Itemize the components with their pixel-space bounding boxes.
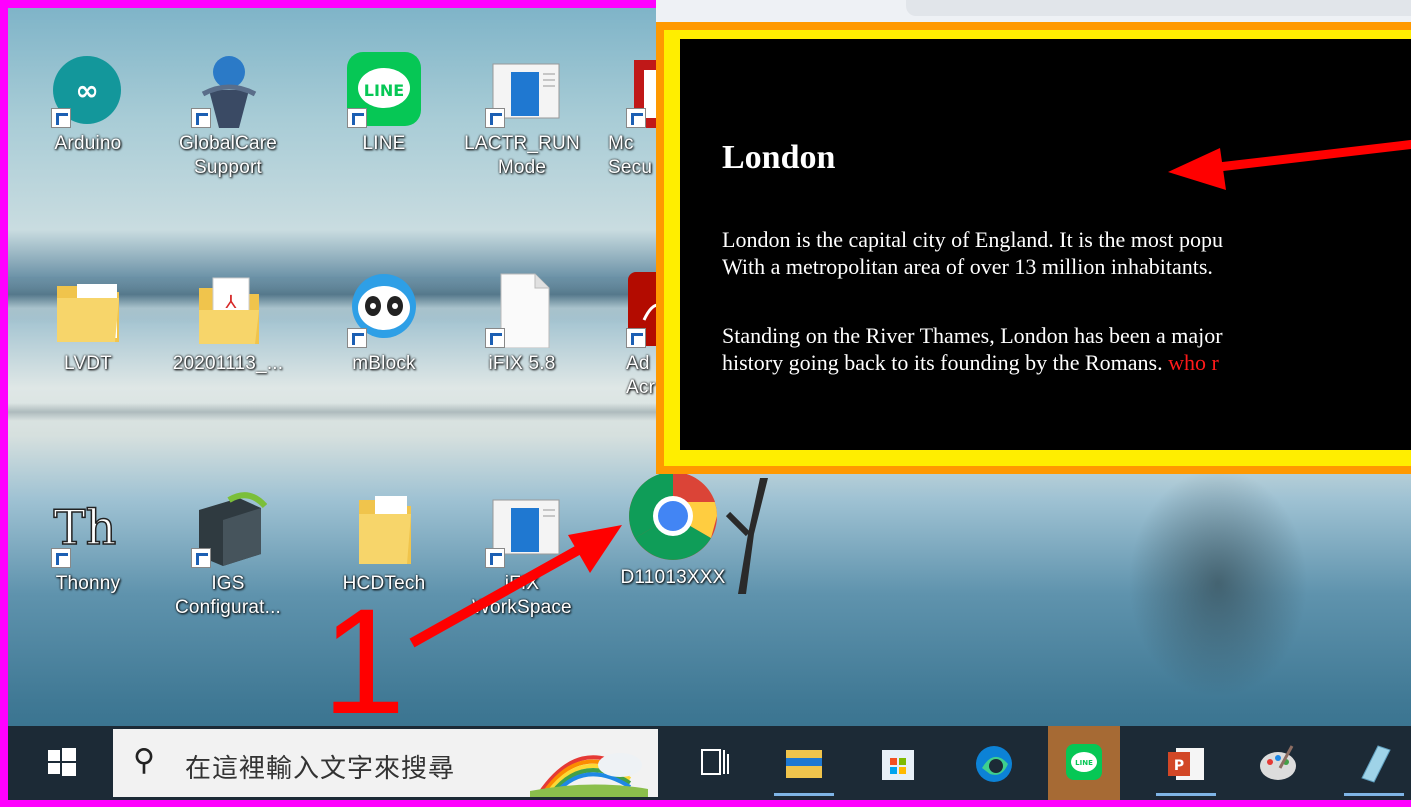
browser-top-strip bbox=[656, 0, 1411, 22]
mcafee-icon bbox=[624, 50, 658, 128]
desktop-icon-adobe[interactable]: Ad Acr bbox=[598, 270, 658, 400]
chrome-icon bbox=[627, 470, 719, 562]
notepad-icon[interactable] bbox=[1344, 738, 1404, 796]
arduino-icon: ∞ bbox=[49, 50, 127, 128]
red-arrow-to-heading bbox=[1168, 139, 1411, 190]
desktop-icon-globalcare[interactable]: GlobalCare Support bbox=[168, 50, 288, 180]
desktop-icon-label: Arduino bbox=[54, 133, 122, 154]
line-taskbar-icon[interactable]: LINE bbox=[1048, 726, 1120, 800]
paint-icon[interactable] bbox=[1256, 738, 1300, 786]
windows-logo-icon bbox=[48, 748, 76, 776]
svg-text:⅄: ⅄ bbox=[226, 292, 238, 313]
annotation-number-1: 1 bbox=[322, 577, 406, 745]
desktop-icon-label: Thonny bbox=[55, 573, 121, 594]
london-popup: London London is the capital city of Eng… bbox=[656, 22, 1411, 474]
taskbar-search-box[interactable]: ⚲ 在這裡輸入文字來搜尋 bbox=[113, 729, 658, 797]
desktop-icon-line[interactable]: LINE LINE bbox=[324, 50, 444, 156]
desktop-icon-label: GlobalCare Support bbox=[178, 133, 278, 178]
desktop-icon-lvdt[interactable]: LVDT bbox=[28, 270, 148, 376]
desktop-icon-ifix58[interactable]: iFIX 5.8 bbox=[462, 270, 582, 376]
popup-content: London London is the capital city of Eng… bbox=[680, 39, 1411, 450]
pdf-folder-icon: ⅄PDF bbox=[189, 270, 267, 348]
adobe-acrobat-icon bbox=[624, 270, 658, 348]
popup-paragraph-1-line-1: London is the capital city of England. I… bbox=[722, 227, 1224, 252]
desktop-icon-igs[interactable]: IGS Configurat... bbox=[168, 474, 288, 620]
search-placeholder: 在這裡輸入文字來搜尋 bbox=[185, 753, 456, 783]
blank-file-icon bbox=[483, 270, 561, 349]
rainbow-search-highlight-icon bbox=[530, 753, 648, 797]
desktop-icon-label: mBlock bbox=[352, 353, 416, 374]
popup-red-text: who r bbox=[1168, 350, 1219, 375]
popup-paragraph-1-line-2: With a metropolitan area of over 13 mill… bbox=[722, 254, 1213, 279]
figure-silhouette bbox=[725, 478, 768, 594]
popup-heading: London bbox=[722, 139, 836, 176]
red-arrow-to-chrome bbox=[409, 525, 622, 648]
svg-text:∞: ∞ bbox=[75, 74, 98, 107]
lactr-window-icon bbox=[483, 50, 561, 128]
igs-server-icon bbox=[189, 490, 268, 568]
edge-icon[interactable] bbox=[972, 738, 1016, 786]
svg-text:LINE: LINE bbox=[364, 81, 404, 100]
file-explorer-icon[interactable] bbox=[774, 738, 834, 796]
desktop-icon-mcafee[interactable]: Mc Secu bbox=[598, 50, 658, 180]
start-button[interactable] bbox=[16, 726, 106, 800]
desktop-icon-arduino[interactable]: ∞ Arduino bbox=[28, 50, 148, 156]
globalcare-icon bbox=[189, 50, 267, 128]
powerpoint-icon[interactable]: P bbox=[1156, 738, 1216, 796]
desktop-icon-thonny[interactable]: Th Thonny bbox=[28, 490, 148, 596]
folder-icon bbox=[49, 270, 127, 348]
popup-paragraph-2-line-2: history going back to its founding by th… bbox=[722, 348, 1219, 377]
desktop-icon-20201113[interactable]: ⅄PDF 20201113_... bbox=[168, 270, 288, 376]
search-icon: ⚲ bbox=[133, 744, 155, 777]
popup-paragraph-2-line-1: Standing on the River Thames, London has… bbox=[722, 323, 1223, 348]
microsoft-store-icon[interactable] bbox=[876, 738, 920, 786]
task-view-icon[interactable] bbox=[692, 738, 736, 786]
popup-paragraph-2-text: history going back to its founding by th… bbox=[722, 350, 1163, 375]
svg-text:LINE: LINE bbox=[1075, 759, 1093, 767]
desktop-icon-label: LACTR_RUN Mode bbox=[464, 133, 580, 178]
desktop-icon-label: iFIX 5.8 bbox=[488, 353, 556, 374]
thonny-icon: Th bbox=[49, 490, 127, 568]
desktop-icon-label: LVDT bbox=[64, 353, 112, 374]
figure-reflection bbox=[1128, 468, 1308, 698]
line-icon: LINE bbox=[345, 50, 423, 128]
desktop-icon-label: 20201113_... bbox=[172, 353, 284, 374]
desktop-icon-lactr[interactable]: LACTR_RUN Mode bbox=[462, 50, 582, 180]
desktop-icon-mblock[interactable]: mBlock bbox=[324, 270, 444, 376]
taskbar: ⚲ 在這裡輸入文字來搜尋 LINE P bbox=[8, 726, 1411, 800]
desktop-icon-label: IGS Configurat... bbox=[174, 573, 282, 618]
mblock-panda-icon bbox=[345, 270, 423, 348]
desktop-icon-label: LINE bbox=[362, 133, 406, 154]
desktop-icon-label: Mc Secu bbox=[608, 133, 653, 178]
svg-text:P: P bbox=[1174, 758, 1184, 774]
desktop-icon-label: Ad Acr bbox=[626, 353, 656, 398]
